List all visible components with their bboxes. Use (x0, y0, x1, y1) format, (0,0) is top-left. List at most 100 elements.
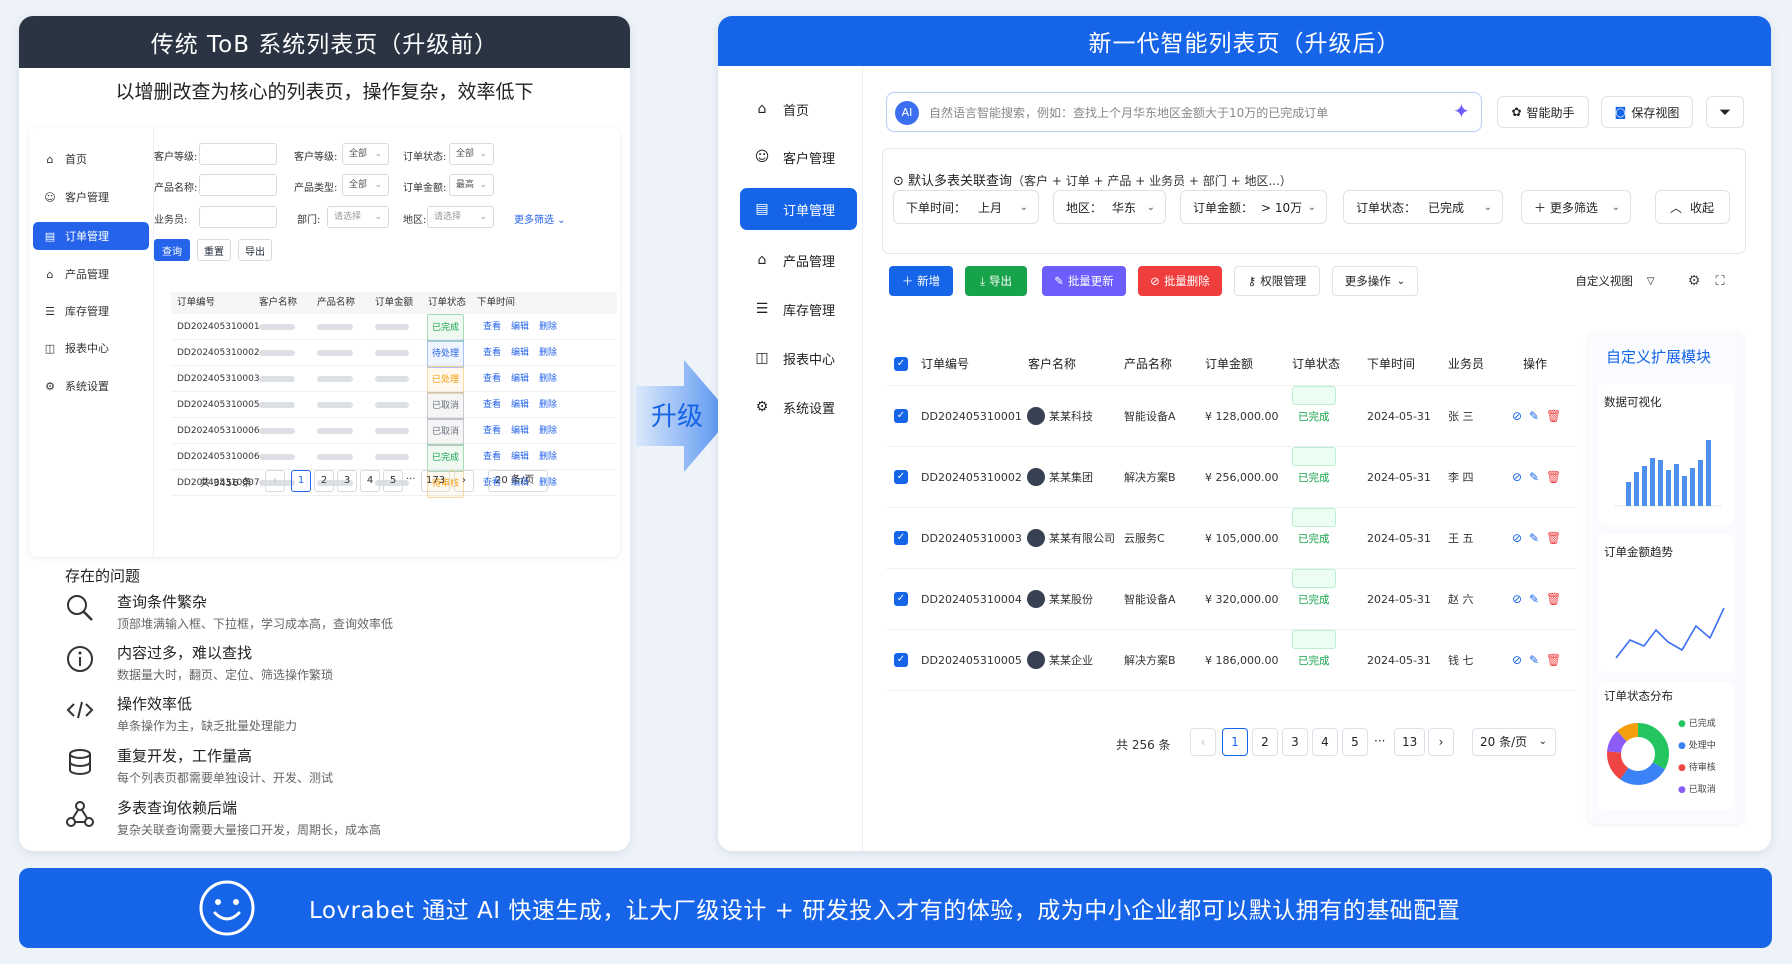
pagination-next[interactable]: › (1428, 728, 1454, 756)
filter-order-time[interactable]: 下单时间： 上月 ⌄ (893, 190, 1039, 224)
view-link[interactable]: 查看 (483, 340, 501, 366)
edit-link[interactable]: 编辑 (511, 340, 529, 366)
edit-icon[interactable]: ✎ (1529, 630, 1539, 691)
trash-icon[interactable]: 🗑 (1546, 508, 1561, 569)
edit-link[interactable]: 编辑 (511, 392, 529, 418)
edit-icon[interactable]: ✎ (1529, 569, 1539, 630)
save-view-button[interactable]: ◙ 保存视图 (1601, 96, 1693, 128)
row-checkbox[interactable]: ✓ (894, 531, 908, 545)
legacy-nav-customers[interactable]: ☺ 客户管理 (33, 183, 149, 211)
ai-search-bar[interactable]: AI 自然语言智能搜索，例如：查找上个月华东地区金额大于10万的已完成订单 ✦ (886, 92, 1482, 132)
table-row[interactable]: ✓ DD202405310005 某某企业 解决方案B ¥ 186,000.00 已完成 2… (886, 630, 1576, 691)
view-icon[interactable]: ⊘ (1512, 630, 1522, 691)
row-checkbox[interactable]: ✓ (894, 409, 908, 423)
view-link[interactable]: 查看 (483, 418, 501, 444)
more-filters-button[interactable]: ＋ 更多筛选 ⌄ (1521, 190, 1631, 224)
salesperson-input[interactable] (199, 206, 277, 228)
pagination-page[interactable]: 4 (360, 470, 380, 492)
pagination-prev[interactable]: ‹ (1190, 728, 1216, 756)
more-filters-link[interactable]: 更多筛选 ⌄ (514, 211, 566, 226)
view-link[interactable]: 查看 (483, 444, 501, 470)
export-button[interactable]: ⤓ 导出 (965, 266, 1027, 296)
legacy-nav-home[interactable]: ⌂ 首页 (33, 145, 149, 173)
edit-link[interactable]: 编辑 (511, 366, 529, 392)
permission-button[interactable]: ⚷ 权限管理 (1234, 266, 1320, 296)
filter-region[interactable]: 地区： 华东 ⌄ (1053, 190, 1166, 224)
sparkle-icon[interactable]: ✦ (1453, 99, 1470, 123)
pagination-page[interactable]: 3 (1282, 728, 1308, 756)
product-type-select[interactable]: 全部 ⌄ (342, 174, 389, 196)
view-icon[interactable]: ⊘ (1512, 569, 1522, 630)
row-checkbox[interactable]: ✓ (894, 592, 908, 606)
delete-link[interactable]: 删除 (539, 314, 557, 340)
legacy-nav-reports[interactable]: ◫ 报表中心 (33, 334, 149, 362)
view-link[interactable]: 查看 (483, 314, 501, 340)
legacy-nav-orders[interactable]: ▤ 订单管理 (33, 222, 149, 250)
view-link[interactable]: 查看 (483, 366, 501, 392)
view-icon[interactable]: ⊘ (1512, 508, 1522, 569)
table-row[interactable]: ✓ DD202405310002 某某集团 解决方案B ¥ 256,000.00 已完成 2… (886, 447, 1576, 508)
nav-home[interactable]: ⌂ 首页 (740, 88, 857, 130)
edit-link[interactable]: 编辑 (511, 418, 529, 444)
customer-level-input[interactable] (199, 143, 277, 165)
collapse-button[interactable]: ︿ 收起 (1655, 190, 1730, 224)
table-row[interactable]: ✓ DD202405310003 某某有限公司 云服务C ¥ 105,000.00 已完成… (886, 508, 1576, 569)
batch-delete-button[interactable]: ⊘ 批量删除 (1138, 266, 1222, 296)
edit-link[interactable]: 编辑 (511, 314, 529, 340)
dept-select[interactable]: 请选择 ⌄ (327, 206, 389, 228)
select-all-checkbox[interactable]: ✓ (894, 357, 908, 371)
nav-customers[interactable]: ☺ 客户管理 (740, 136, 857, 178)
pagination-page[interactable]: 1 (291, 470, 311, 492)
row-checkbox[interactable]: ✓ (894, 470, 908, 484)
trash-icon[interactable]: 🗑 (1546, 630, 1561, 691)
edit-icon[interactable]: ✎ (1529, 508, 1539, 569)
trash-icon[interactable]: 🗑 (1546, 386, 1561, 447)
fullscreen-icon[interactable]: ⛶ (1710, 266, 1730, 296)
legacy-nav-settings[interactable]: ⚙ 系统设置 (33, 372, 149, 400)
query-button[interactable]: 查询 (154, 239, 190, 261)
delete-link[interactable]: 删除 (539, 418, 557, 444)
product-name-input[interactable] (199, 174, 277, 196)
custom-view-select[interactable]: 自定义视图 ▽ (1565, 266, 1665, 296)
delete-link[interactable]: 删除 (539, 392, 557, 418)
pagination-page[interactable]: 2 (314, 470, 334, 492)
order-status-select[interactable]: 全部 ⌄ (449, 143, 494, 165)
row-checkbox[interactable]: ✓ (894, 653, 908, 667)
pagination-prev[interactable]: ‹ (265, 470, 285, 492)
nav-reports[interactable]: ◫ 报表中心 (740, 337, 857, 379)
edit-icon[interactable]: ✎ (1529, 386, 1539, 447)
filter-order-status[interactable]: 订单状态： 已完成 ⌄ (1343, 190, 1503, 224)
page-size-select[interactable]: 20 条/页 ⌄ (1472, 728, 1556, 756)
more-actions-button[interactable]: 更多操作 ⌄ (1332, 266, 1418, 296)
delete-link[interactable]: 删除 (539, 340, 557, 366)
view-icon[interactable]: ⊘ (1512, 447, 1522, 508)
assistant-button[interactable]: ✿ 智能助手 (1497, 96, 1589, 128)
view-icon[interactable]: ⊘ (1512, 386, 1522, 447)
delete-link[interactable]: 删除 (539, 366, 557, 392)
add-button[interactable]: ＋ 新增 (889, 266, 953, 296)
region-select[interactable]: 请选择 ⌄ (427, 206, 494, 228)
nav-settings[interactable]: ⚙ 系统设置 (740, 386, 857, 428)
pagination-next[interactable]: › (454, 470, 474, 492)
trash-icon[interactable]: 🗑 (1546, 569, 1561, 630)
pagination-page[interactable]: 5 (1342, 728, 1368, 756)
export-button[interactable]: 导出 (238, 239, 272, 261)
edit-link[interactable]: 编辑 (511, 444, 529, 470)
nav-inventory[interactable]: ☰ 库存管理 (740, 288, 857, 330)
table-row[interactable]: ✓ DD202405310001 某某科技 智能设备A ¥ 128,000.00 已完成 2… (886, 386, 1576, 447)
filter-order-amount[interactable]: 订单金额： > 10万 ⌄ (1180, 190, 1327, 224)
order-amount-select[interactable]: 最高 ⌄ (449, 174, 494, 196)
table-row[interactable]: ✓ DD202405310004 某某股份 智能设备A ¥ 320,000.00 已完成 2… (886, 569, 1576, 630)
pagination-last[interactable]: 13 (1394, 728, 1426, 756)
legacy-nav-products[interactable]: ⌂ 产品管理 (33, 260, 149, 288)
filter-icon[interactable]: ⏷ (1706, 96, 1744, 128)
pagination-last[interactable]: 173 (421, 470, 451, 492)
customer-level-select[interactable]: 全部 ⌄ (342, 143, 389, 165)
page-size-select[interactable]: 20 条/页 (488, 470, 548, 492)
view-link[interactable]: 查看 (483, 392, 501, 418)
legacy-nav-inventory[interactable]: ☰ 库存管理 (33, 297, 149, 325)
nav-products[interactable]: ⌂ 产品管理 (740, 239, 857, 281)
pagination-page[interactable]: 1 (1222, 728, 1248, 756)
settings-icon[interactable]: ⚙ (1684, 266, 1704, 296)
pagination-page[interactable]: 2 (1252, 728, 1278, 756)
